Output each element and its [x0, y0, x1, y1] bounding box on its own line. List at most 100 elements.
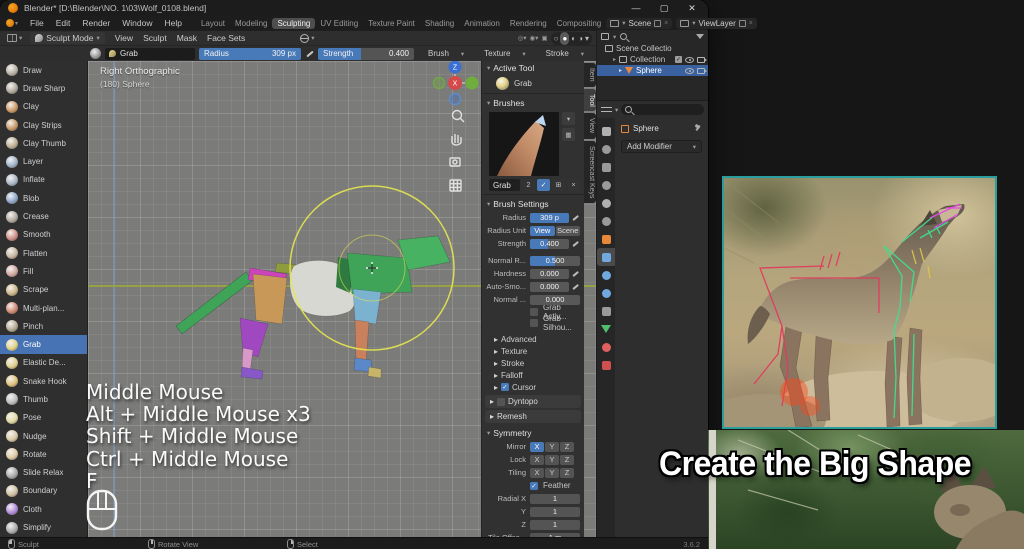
shading-solid-icon[interactable]: ●	[560, 32, 569, 45]
workspace-tab[interactable]: Modeling	[230, 18, 272, 29]
outliner-filter-icon[interactable]	[696, 34, 704, 39]
blender-menu-icon[interactable]: ▾	[6, 19, 18, 28]
radial-y-value[interactable]: 1	[530, 507, 580, 517]
disable-render-icon[interactable]	[697, 68, 705, 74]
shading-wireframe-icon[interactable]: ○	[554, 32, 559, 45]
symmetry-tiling-y[interactable]: Y	[545, 468, 559, 478]
brush-settings-header[interactable]: ▾Brush Settings	[482, 197, 584, 211]
tool-item[interactable]: Layer	[0, 152, 87, 170]
panel-section[interactable]: ▸ Remesh	[485, 410, 581, 423]
mode-dropdown[interactable]: Sculpt Mode ▾	[30, 32, 105, 44]
properties-tab[interactable]	[597, 212, 615, 230]
tool-item[interactable]: Flatten	[0, 244, 87, 262]
properties-tab[interactable]	[597, 284, 615, 302]
brush-image-icon[interactable]: ▦	[562, 128, 575, 141]
brush-falloff-icon[interactable]	[90, 48, 101, 59]
radius-slider[interactable]: Radius 309 px	[199, 48, 301, 60]
active-tool-header[interactable]: ▾Active Tool	[482, 61, 584, 75]
tool-item[interactable]: Boundary	[0, 482, 87, 500]
collapsed-section[interactable]: ▸ ✓ Texture	[482, 345, 584, 357]
workspace-tab[interactable]: Texture Paint	[363, 18, 420, 29]
tool-item[interactable]: Nudge	[0, 427, 87, 445]
perspective-toggle-icon[interactable]	[450, 180, 461, 191]
workspace-tab[interactable]: Sculpting	[272, 18, 315, 29]
brush-dropdown[interactable]: Brush▾	[418, 49, 474, 58]
pin-icon[interactable]	[694, 125, 702, 133]
tool-item[interactable]: Clay	[0, 98, 87, 116]
remove-viewlayer-icon[interactable]: ×	[749, 20, 753, 27]
tool-item[interactable]: Elastic De...	[0, 354, 87, 372]
brush-preview[interactable]	[489, 112, 559, 176]
sidebar-tab[interactable]: Screencast Keys	[584, 141, 596, 204]
tool-item[interactable]: Slide Relax	[0, 464, 87, 482]
outliner-object-sphere[interactable]: ▸ Sphere	[597, 65, 708, 76]
hide-viewport-icon[interactable]	[685, 57, 694, 63]
navigation-gizmo[interactable]: Z X	[434, 61, 479, 105]
tool-item[interactable]: Grab	[0, 335, 87, 353]
tool-item[interactable]: Pose	[0, 409, 87, 427]
radial-z-value[interactable]: 1	[530, 520, 580, 530]
panel-section[interactable]: ▸ Dyntopo	[485, 395, 581, 408]
workspace-tab[interactable]: Shading	[420, 18, 459, 29]
disable-render-icon[interactable]	[697, 57, 705, 63]
gizmo-z-negative[interactable]	[450, 94, 461, 105]
viewport-menu-item[interactable]: Sculpt	[138, 33, 172, 43]
symmetry-lock-y[interactable]: Y	[545, 455, 559, 465]
tool-item[interactable]: Draw	[0, 61, 87, 79]
tool-item[interactable]: Smooth	[0, 226, 87, 244]
new-viewlayer-icon[interactable]	[739, 20, 746, 27]
symmetry-mirror-z[interactable]: Z	[560, 442, 574, 452]
symmetry-mirror-x[interactable]: X	[530, 442, 544, 452]
menu-item[interactable]: File	[24, 18, 50, 28]
tool-item[interactable]: Snake Hook	[0, 372, 87, 390]
section-checkbox[interactable]: ✓	[501, 383, 509, 391]
setting-checkbox[interactable]	[530, 319, 538, 327]
tool-item[interactable]: Rotate	[0, 445, 87, 463]
sidebar-tab[interactable]: Tool	[584, 89, 596, 112]
zoom-view-icon[interactable]	[453, 111, 465, 123]
normal-weight-slider[interactable]: 0.000	[530, 295, 580, 305]
strength-pressure-icon[interactable]	[571, 239, 580, 248]
strength-slider[interactable]: Strength 0.400	[318, 48, 414, 60]
new-scene-icon[interactable]	[654, 20, 661, 27]
properties-tab[interactable]	[597, 122, 615, 140]
radius-unit-view-button[interactable]: View	[530, 226, 555, 236]
menu-item[interactable]: Render	[76, 18, 116, 28]
collapsed-section[interactable]: ▸ ✓ Advanced	[482, 333, 584, 345]
viewlayer-selector[interactable]: ▾ ViewLayer ×	[676, 18, 757, 29]
symmetry-mirror-y[interactable]: Y	[545, 442, 559, 452]
properties-search[interactable]	[621, 104, 704, 115]
properties-tab[interactable]	[597, 266, 615, 284]
symmetry-lock-z[interactable]: Z	[560, 455, 574, 465]
workspace-tab[interactable]: UV Editing	[315, 18, 363, 29]
properties-tab[interactable]	[597, 176, 615, 194]
xray-icon[interactable]: ▣	[541, 34, 547, 42]
tool-item[interactable]: Draw Sharp	[0, 79, 87, 97]
strength-slider-panel[interactable]: 0.400	[530, 239, 569, 249]
workspace-tab[interactable]: Animation	[459, 18, 505, 29]
tool-item[interactable]: Simplify	[0, 518, 87, 536]
maximize-button[interactable]: ▢	[650, 0, 678, 16]
tool-item[interactable]: Inflate	[0, 171, 87, 189]
sidebar-tab[interactable]: View	[584, 113, 596, 138]
tool-item[interactable]: Blob	[0, 189, 87, 207]
shading-material-icon[interactable]: ◐	[571, 32, 576, 45]
shading-rendered-icon[interactable]: ◑	[578, 32, 583, 45]
properties-tab[interactable]	[597, 320, 615, 338]
symmetry-lock-x[interactable]: X	[530, 455, 544, 465]
brush-dropdown[interactable]: Stroke▾	[536, 49, 594, 58]
fake-user-shield-icon[interactable]: ✓	[537, 179, 550, 191]
menu-item[interactable]: Help	[158, 18, 187, 28]
hide-viewport-icon[interactable]	[685, 68, 694, 74]
overlays-icon[interactable]: ◉▾	[530, 34, 539, 42]
feather-checkbox[interactable]: ✓	[530, 482, 538, 490]
tool-item[interactable]: Thumb	[0, 390, 87, 408]
duplicate-brush-icon[interactable]: ⊞	[552, 179, 565, 191]
transform-orientation[interactable]: ▾	[300, 34, 314, 43]
tool-item[interactable]: Scrape	[0, 281, 87, 299]
outliner-collection[interactable]: ▸ Collection ✓	[597, 54, 708, 65]
tool-item[interactable]: Fill	[0, 262, 87, 280]
properties-tab[interactable]	[597, 356, 615, 374]
properties-tab[interactable]	[597, 248, 615, 266]
brush-users-count[interactable]: 2	[522, 179, 535, 191]
